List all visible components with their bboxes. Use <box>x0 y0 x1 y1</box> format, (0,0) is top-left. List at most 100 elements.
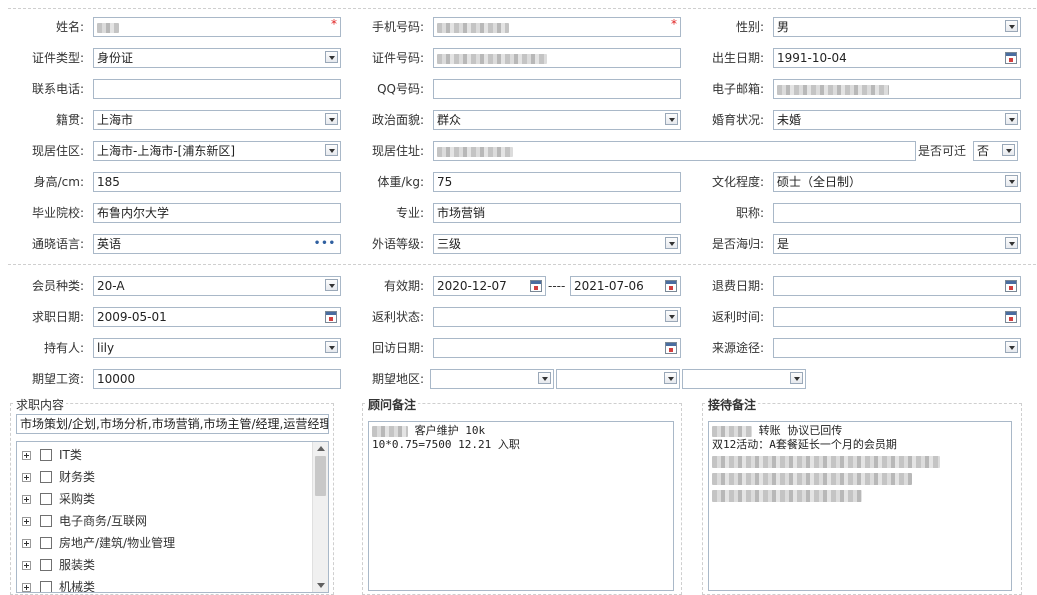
job-seek-date-input[interactable]: 2009-05-01 <box>93 307 341 327</box>
tree-item[interactable]: 房地产/建筑/物业管理 <box>17 532 307 554</box>
scroll-thumb[interactable] <box>315 456 326 496</box>
qq-input[interactable] <box>433 79 681 99</box>
chevron-down-icon[interactable] <box>1005 341 1018 353</box>
chevron-down-icon[interactable] <box>665 310 678 322</box>
residence-address-input[interactable] <box>433 141 916 161</box>
more-icon[interactable]: ••• <box>314 239 336 249</box>
chevron-down-icon[interactable] <box>1005 113 1018 125</box>
tree-item[interactable]: 财务类 <box>17 466 307 488</box>
tree-item-label: 电子商务/互联网 <box>59 514 148 528</box>
job-content-title: 求职内容 <box>14 396 67 413</box>
residence-area-select[interactable]: 上海市-上海市-[浦东新区] <box>93 141 341 161</box>
calendar-icon[interactable] <box>1005 52 1017 64</box>
marital-select[interactable]: 未婚 <box>773 110 1021 130</box>
mobile-input[interactable]: * <box>433 17 681 37</box>
required-marker: * <box>671 17 677 31</box>
expected-salary-input[interactable]: 10000 <box>93 369 341 389</box>
valid-start-input[interactable]: 2020-12-07 <box>433 276 546 296</box>
chevron-down-icon[interactable] <box>325 279 338 291</box>
id-type-select[interactable]: 身份证 <box>93 48 341 68</box>
chevron-down-icon[interactable] <box>665 237 678 249</box>
major-input[interactable]: 市场营销 <box>433 203 681 223</box>
calendar-icon[interactable] <box>325 311 337 323</box>
tree-item[interactable]: 机械类 <box>17 576 307 592</box>
rebate-status-select[interactable] <box>433 307 681 327</box>
gender-select[interactable]: 男 <box>773 17 1021 37</box>
email-input[interactable] <box>773 79 1021 99</box>
chevron-down-icon[interactable] <box>538 372 551 384</box>
expand-icon[interactable] <box>22 495 31 504</box>
expand-icon[interactable] <box>22 583 31 592</box>
expand-icon[interactable] <box>22 561 31 570</box>
reception-notes-textarea[interactable]: 转账 协议已回传 双12活动：A套餐延长一个月的会员期 <box>708 421 1012 591</box>
birth-date-input[interactable]: 1991-10-04 <box>773 48 1021 68</box>
chevron-down-icon[interactable] <box>1005 20 1018 32</box>
member-type-select[interactable]: 20-A <box>93 276 341 296</box>
native-place-select[interactable]: 上海市 <box>93 110 341 130</box>
tree-scrollbar[interactable] <box>312 442 328 592</box>
calendar-icon[interactable] <box>1005 311 1017 323</box>
checkbox[interactable] <box>40 581 52 592</box>
tree-item[interactable]: 服装类 <box>17 554 307 576</box>
rebate-time-input[interactable] <box>773 307 1021 327</box>
scroll-down-icon[interactable] <box>317 583 325 588</box>
expand-icon[interactable] <box>22 451 31 460</box>
id-number-input[interactable] <box>433 48 681 68</box>
checkbox[interactable] <box>40 493 52 505</box>
holder-select[interactable]: lily <box>93 338 341 358</box>
chevron-down-icon[interactable] <box>325 51 338 63</box>
school-input[interactable]: 布鲁内尔大学 <box>93 203 341 223</box>
job-content-summary[interactable]: 市场策划/企划,市场分析,市场营销,市场主管/经理,运营经理 <box>16 414 329 434</box>
calendar-icon[interactable] <box>1005 280 1017 292</box>
expand-icon[interactable] <box>22 473 31 482</box>
chevron-down-icon[interactable] <box>325 113 338 125</box>
source-select[interactable] <box>773 338 1021 358</box>
visit-date-input[interactable] <box>433 338 681 358</box>
birth-date-value: 1991-10-04 <box>777 51 847 65</box>
redacted-text <box>97 22 119 33</box>
language-input[interactable]: 英语 ••• <box>93 234 341 254</box>
chevron-down-icon[interactable] <box>325 341 338 353</box>
checkbox[interactable] <box>40 471 52 483</box>
calendar-icon[interactable] <box>665 342 677 354</box>
phone-input[interactable] <box>93 79 341 99</box>
calendar-icon[interactable] <box>530 280 542 292</box>
returnee-select[interactable]: 是 <box>773 234 1021 254</box>
advisor-notes-textarea[interactable]: 客户维护 10k 10*0.75=7500 12.21 入职 <box>368 421 674 591</box>
school-label: 毕业院校: <box>31 206 84 220</box>
chevron-down-icon[interactable] <box>325 144 338 156</box>
checkbox[interactable] <box>40 515 52 527</box>
chevron-down-icon[interactable] <box>1005 237 1018 249</box>
scroll-up-icon[interactable] <box>317 446 325 451</box>
calendar-icon[interactable] <box>665 280 677 292</box>
name-input[interactable]: * <box>93 17 341 37</box>
valid-end-input[interactable]: 2021-07-06 <box>570 276 681 296</box>
chevron-down-icon[interactable] <box>1002 144 1015 156</box>
chevron-down-icon[interactable] <box>664 372 677 384</box>
tree-item[interactable]: 采购类 <box>17 488 307 510</box>
job-category-tree[interactable]: IT类 财务类 采购类 电子商务/互联网 房地产/建筑/物业管理 服装类 机械类 <box>16 441 329 593</box>
foreign-level-select[interactable]: 三级 <box>433 234 681 254</box>
tree-item[interactable]: IT类 <box>17 444 307 466</box>
expected-area-district-select[interactable] <box>682 369 806 389</box>
tree-item-label: 服装类 <box>59 558 96 572</box>
holder-label: 持有人: <box>43 341 84 355</box>
relocate-select[interactable]: 否 <box>973 141 1018 161</box>
refund-date-input[interactable] <box>773 276 1021 296</box>
expand-icon[interactable] <box>22 517 31 526</box>
checkbox[interactable] <box>40 559 52 571</box>
expected-area-city-select[interactable] <box>556 369 680 389</box>
title-input[interactable] <box>773 203 1021 223</box>
checkbox[interactable] <box>40 449 52 461</box>
tree-item[interactable]: 电子商务/互联网 <box>17 510 307 532</box>
chevron-down-icon[interactable] <box>665 113 678 125</box>
expand-icon[interactable] <box>22 539 31 548</box>
height-input[interactable]: 185 <box>93 172 341 192</box>
chevron-down-icon[interactable] <box>1005 175 1018 187</box>
education-select[interactable]: 硕士（全日制） <box>773 172 1021 192</box>
chevron-down-icon[interactable] <box>790 372 803 384</box>
checkbox[interactable] <box>40 537 52 549</box>
political-select[interactable]: 群众 <box>433 110 681 130</box>
weight-input[interactable]: 75 <box>433 172 681 192</box>
expected-area-province-select[interactable] <box>430 369 554 389</box>
